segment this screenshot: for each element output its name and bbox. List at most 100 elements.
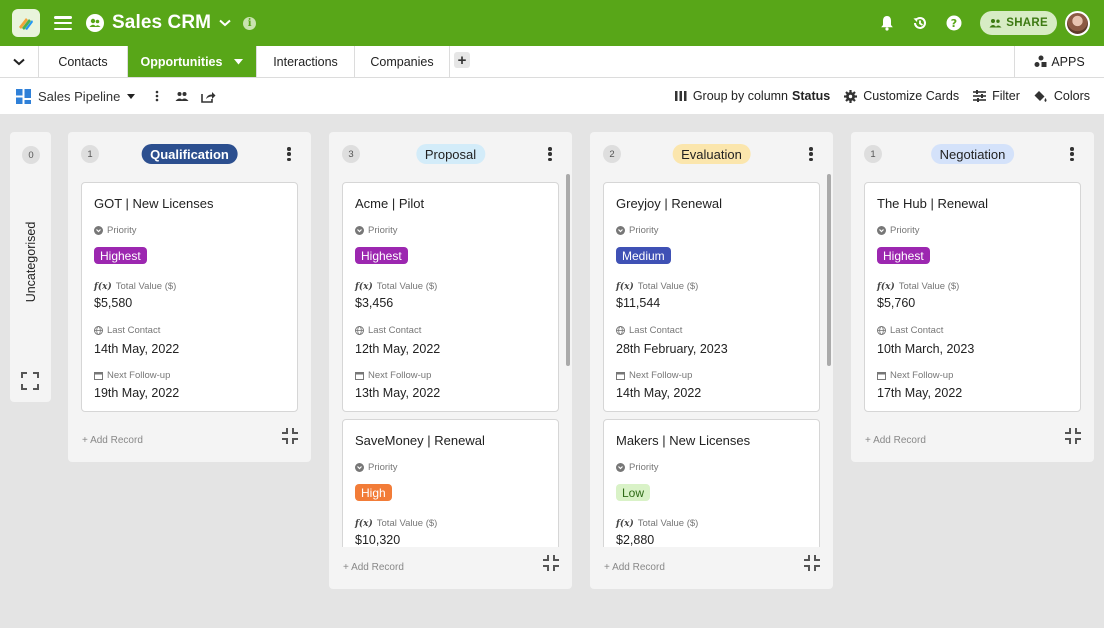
app-logo-icon[interactable] (12, 9, 40, 37)
tabs-bar: Contacts Opportunities Interactions Comp… (0, 46, 1104, 78)
opportunity-card[interactable]: Makers | New Licenses Priority Low f(x) T… (603, 419, 820, 547)
select-field-icon (616, 226, 625, 235)
add-record-button[interactable]: + Add Record (82, 435, 143, 446)
select-field-icon (355, 463, 364, 472)
opportunity-card[interactable]: SaveMoney | Renewal Priority High f(x) To… (342, 419, 559, 547)
total-value-label: Total Value ($) (376, 281, 438, 292)
caret-down-icon (127, 93, 136, 99)
total-value: $3,456 (355, 296, 394, 310)
tab-contacts[interactable]: Contacts (39, 46, 128, 77)
priority-badge: Low (616, 484, 651, 501)
last-contact-label: Last Contact (107, 325, 161, 336)
last-contact-label: Last Contact (890, 325, 944, 336)
tab-interactions[interactable]: Interactions (257, 46, 355, 77)
workspace-users-icon[interactable] (86, 14, 104, 32)
column-menu-icon[interactable] (280, 145, 298, 163)
view-toolbar: Sales Pipeline Group by column Status Cus… (0, 78, 1104, 114)
status-pill: Negotiation (930, 144, 1015, 164)
colors-button[interactable]: Colors (1034, 89, 1090, 103)
next-follow-up-value: 19th May, 2022 (94, 386, 180, 400)
formula-icon: f(x) (355, 518, 373, 529)
columns-icon (674, 91, 687, 101)
total-value: $2,880 (616, 533, 655, 547)
user-avatar[interactable] (1065, 10, 1090, 36)
globe-icon (877, 326, 886, 335)
formula-icon: f(x) (94, 281, 112, 292)
collapse-tabs-button[interactable] (0, 46, 39, 77)
column-scrollbar[interactable] (827, 174, 831, 366)
tab-companies[interactable]: Companies (355, 46, 450, 77)
menu-icon[interactable] (54, 16, 72, 30)
last-contact-value: 14th May, 2022 (94, 342, 180, 356)
paint-bucket-icon (1034, 90, 1047, 102)
priority-label: Priority (890, 225, 920, 236)
formula-icon: f(x) (616, 281, 634, 292)
more-options-icon[interactable] (155, 90, 159, 102)
column-menu-icon[interactable] (541, 145, 559, 163)
add-record-button[interactable]: + Add Record (343, 562, 404, 573)
users-icon (989, 19, 1002, 28)
last-contact-value: 10th March, 2023 (877, 342, 975, 356)
column-menu-icon[interactable] (1063, 145, 1081, 163)
priority-label: Priority (629, 462, 659, 473)
formula-icon: f(x) (877, 281, 895, 292)
column-menu-icon[interactable] (802, 145, 820, 163)
total-value-label: Total Value ($) (637, 281, 699, 292)
opportunity-card[interactable]: GOT | New Licenses Priority Highest f(x)… (81, 182, 298, 412)
column-label: Uncategorised (23, 221, 38, 303)
priority-badge: Medium (616, 247, 671, 264)
info-icon[interactable]: i (243, 16, 257, 30)
last-contact-value: 28th February, 2023 (616, 342, 728, 356)
formula-icon: f(x) (355, 281, 373, 292)
next-follow-up-value: 14th May, 2022 (616, 386, 702, 400)
card-title: Acme | Pilot (355, 196, 425, 211)
card-title: Makers | New Licenses (616, 433, 751, 448)
opportunity-card[interactable]: Greyjoy | Renewal Priority Medium f(x) To… (603, 182, 820, 412)
collapse-column-icon[interactable] (1064, 427, 1082, 450)
collapse-column-icon[interactable] (542, 554, 560, 577)
select-field-icon (94, 226, 103, 235)
globe-icon (355, 326, 364, 335)
apps-icon (1034, 55, 1047, 67)
calendar-icon (355, 372, 364, 380)
add-record-button[interactable]: + Add Record (865, 435, 926, 446)
customize-cards-button[interactable]: Customize Cards (844, 89, 959, 103)
group-by-button[interactable]: Group by column Status (674, 89, 830, 103)
column-count-badge: 3 (342, 145, 360, 163)
add-tab-button[interactable]: + (454, 52, 470, 69)
collapse-column-icon[interactable] (803, 554, 821, 577)
column-scrollbar[interactable] (566, 174, 570, 366)
collaborators-icon[interactable] (175, 91, 189, 101)
card-title: SaveMoney | Renewal (355, 433, 485, 448)
chevron-down-icon[interactable] (219, 14, 231, 32)
column-count-badge: 0 (22, 146, 40, 164)
caret-down-icon[interactable] (234, 58, 244, 65)
chevron-down-icon (13, 58, 25, 65)
total-value-label: Total Value ($) (637, 518, 699, 529)
help-icon[interactable]: ? (946, 15, 962, 31)
column-qualification: 1 Qualification GOT | New Licenses Prior… (68, 132, 311, 462)
total-value-label: Total Value ($) (898, 281, 960, 292)
expand-icon[interactable] (21, 372, 39, 395)
column-proposal: 3 Proposal Acme | Pilot Priority Highest… (329, 132, 572, 589)
add-record-button[interactable]: + Add Record (604, 562, 665, 573)
view-switcher[interactable]: Sales Pipeline (16, 88, 136, 104)
total-value-label: Total Value ($) (376, 518, 438, 529)
opportunity-card[interactable]: Acme | Pilot Priority Highest f(x) Total … (342, 182, 559, 412)
filter-button[interactable]: Filter (973, 89, 1020, 103)
formula-icon: f(x) (616, 518, 634, 529)
collapse-column-icon[interactable] (281, 427, 299, 450)
bell-icon[interactable] (880, 15, 894, 31)
tab-opportunities[interactable]: Opportunities (128, 46, 257, 77)
select-field-icon (355, 226, 364, 235)
apps-button[interactable]: APPS (1014, 46, 1104, 77)
history-icon[interactable] (912, 15, 928, 31)
opportunity-card[interactable]: The Hub | Renewal Priority Highest f(x) T… (864, 182, 1081, 412)
total-value: $5,580 (94, 296, 133, 310)
share-view-icon[interactable] (201, 90, 216, 103)
share-button[interactable]: SHARE (980, 11, 1057, 35)
column-count-badge: 2 (603, 145, 621, 163)
app-title[interactable]: Sales CRM (112, 12, 211, 34)
next-follow-up-label: Next Follow-up (107, 370, 171, 381)
status-pill: Proposal (415, 144, 486, 164)
